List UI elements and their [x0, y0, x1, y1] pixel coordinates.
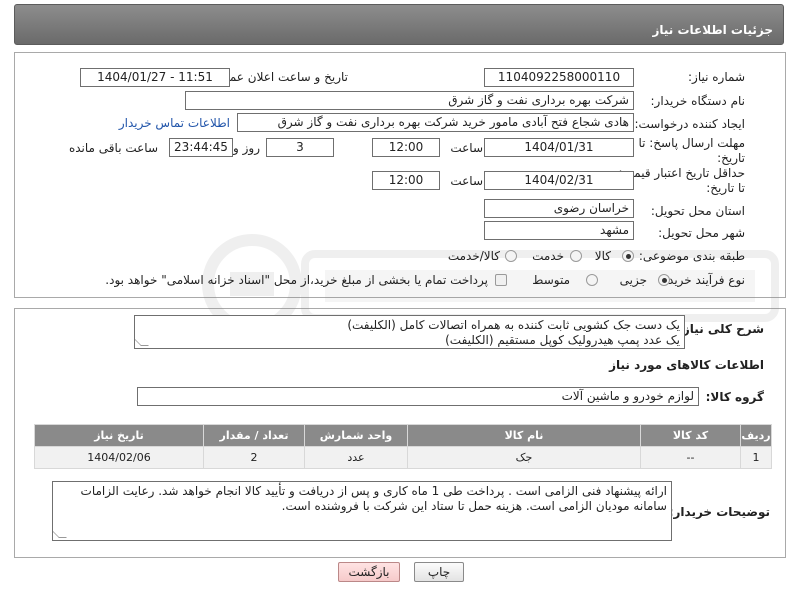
treasury-bonds-checkbox[interactable]: [495, 274, 507, 286]
purchase-option-minor: جزیی: [619, 273, 647, 287]
requester-field: هادی شجاع فتح آبادی مامور خرید شرکت بهره…: [237, 113, 634, 132]
cell-date: 1404/02/06: [34, 446, 204, 469]
reply-time-label: ساعت: [450, 141, 483, 155]
purchase-option-medium: متوسط: [532, 273, 570, 287]
cell-name: جک: [407, 446, 641, 469]
cell-qty: 2: [203, 446, 305, 469]
category-option-goods: کالا: [594, 249, 611, 263]
delivery-province-field: خراسان رضوی: [484, 199, 634, 218]
need-number-field: 1104092258000110: [484, 68, 634, 87]
print-button[interactable]: چاپ: [414, 562, 464, 582]
remaining-time-label: ساعت باقی مانده: [68, 141, 158, 155]
buyer-contact-link[interactable]: اطلاعات تماس خریدار: [119, 116, 230, 130]
reply-date-field: 1404/01/31: [484, 138, 634, 157]
treasury-bonds-note: پرداخت تمام یا بخشی از مبلغ خرید،از محل …: [105, 273, 488, 287]
price-validity-time-label: ساعت: [450, 174, 483, 188]
reply-days-label: روز و: [233, 141, 260, 155]
goods-group-field: لوازم خودرو و ماشین آلات: [137, 387, 699, 406]
goods-group-label: گروه کالا:: [705, 390, 764, 404]
description-textarea: یک دست جک کشویی ثابت کننده به همراه اتصا…: [134, 315, 685, 349]
col-qty-header: تعداد / مقدار: [203, 424, 305, 447]
price-validity-time-field: 12:00: [372, 171, 440, 190]
col-unit-header: واحد شمارش: [304, 424, 408, 447]
cell-unit: عدد: [304, 446, 408, 469]
category-option-service: خدمت: [532, 249, 564, 263]
page-header: جزئیات اطلاعات نیاز: [14, 4, 784, 45]
goods-info-title: اطلاعات کالاهای مورد نیاز: [609, 358, 764, 372]
category-radio-goods-service[interactable]: [505, 250, 517, 262]
announce-datetime-field: 1404/01/27 - 11:51: [80, 68, 230, 87]
table-header-row: ردیف کد کالا نام کالا واحد شمارش تعداد /…: [34, 424, 772, 447]
price-validity-date-field: 1404/02/31: [484, 171, 634, 190]
buyer-notes-line-1: ارائه پیشنهاد فنی الزامی است . پرداخت طی…: [80, 484, 667, 498]
col-date-header: تاریخ نیاز: [34, 424, 204, 447]
price-validity-label-1: حداقل تاریخ اعتبار قیمت:: [618, 166, 745, 180]
back-button[interactable]: بازگشت: [338, 562, 400, 582]
description-line-2: یک عدد پمپ هیدرولیک کوپل مستقیم (الکلیفت…: [445, 333, 680, 347]
reply-deadline-label-2: تاریخ:: [717, 151, 745, 165]
category-radio-service[interactable]: [570, 250, 582, 262]
category-label: طبقه بندی موضوعی:: [638, 249, 745, 263]
reply-days-field: 3: [266, 138, 334, 157]
requester-label: ایجاد کننده درخواست:: [634, 117, 745, 131]
col-row-header: ردیف: [740, 424, 772, 447]
page-title: جزئیات اطلاعات نیاز: [652, 23, 773, 37]
buyer-notes-textarea: ارائه پیشنهاد فنی الزامی است . پرداخت طی…: [52, 481, 672, 541]
remaining-time-field: 23:44:45: [169, 138, 233, 157]
need-number-label: شماره نیاز:: [688, 70, 745, 84]
reply-time-field: 12:00: [372, 138, 440, 157]
description-line-1: یک دست جک کشویی ثابت کننده به همراه اتصا…: [347, 318, 680, 332]
cell-row: 1: [740, 446, 772, 469]
price-validity-label-2: تا تاریخ:: [706, 181, 745, 195]
resize-grip-icon: [53, 530, 67, 538]
delivery-city-label: شهر محل تحویل:: [658, 226, 745, 240]
description-label: شرح کلی نیاز:: [678, 322, 764, 336]
category-option-goods-service: کالا/خدمت: [447, 249, 500, 263]
buyer-org-field: شرکت بهره برداری نفت و گاز شرق: [185, 91, 634, 110]
table-row: 1 -- جک عدد 2 1404/02/06: [34, 446, 772, 469]
purchase-radio-medium[interactable]: [586, 274, 598, 286]
category-radio-goods[interactable]: [622, 250, 634, 262]
purchase-type-label: نوع فرآیند خرید :: [660, 273, 745, 287]
buyer-notes-line-2: سامانه مودیان الزامی است. هزینه حمل تا س…: [281, 499, 667, 513]
purchase-radio-minor[interactable]: [658, 274, 670, 286]
col-code-header: کد کالا: [640, 424, 741, 447]
cell-code: --: [640, 446, 741, 469]
delivery-city-field: مشهد: [484, 221, 634, 240]
delivery-province-label: استان محل تحویل:: [650, 204, 745, 218]
goods-table: ردیف کد کالا نام کالا واحد شمارش تعداد /…: [34, 424, 772, 469]
reply-deadline-label-1: مهلت ارسال پاسخ: تا: [638, 136, 745, 150]
buyer-notes-label: توضیحات خریدار:: [668, 505, 770, 519]
buyer-org-label: نام دستگاه خریدار:: [650, 94, 746, 108]
col-name-header: نام کالا: [407, 424, 641, 447]
